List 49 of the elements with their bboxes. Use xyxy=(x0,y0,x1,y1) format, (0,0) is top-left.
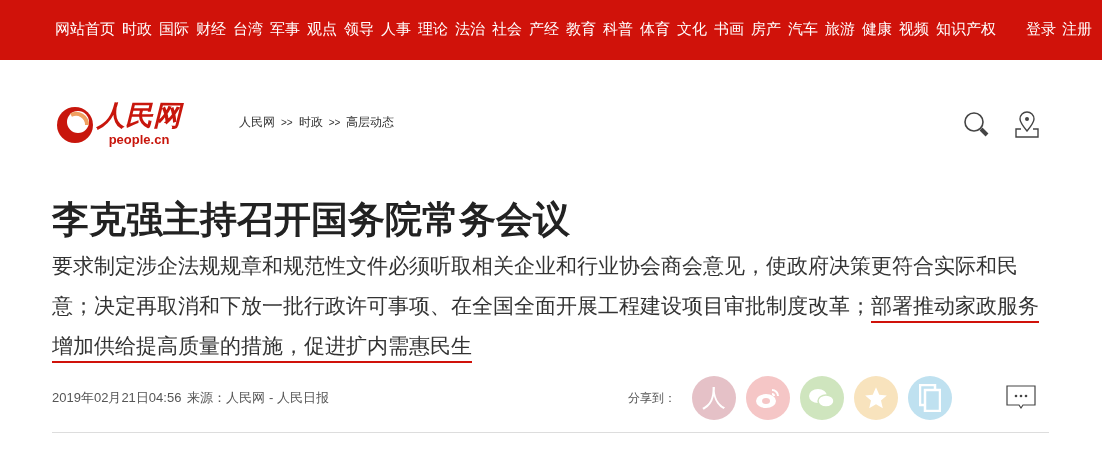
article-source: 来源：人民网 - 人民日报 xyxy=(187,389,329,408)
star-icon xyxy=(863,385,889,411)
nav-link[interactable]: 台湾 xyxy=(233,19,263,41)
people-glyph: 人 xyxy=(702,383,726,414)
article-summary: 要求制定涉企法规规章和规范性文件必须听取相关企业和行业协会商会意见，使政府决策更符合实际和民意；决定再取消和下放一批行政许可事项、在全国全面开展工程建设项目审批制度改革；部署推动家政服务增加供给提高质量的措施，促进扩内需惠民生 xyxy=(52,253,1040,359)
logo-icon xyxy=(55,105,95,145)
nav-link[interactable]: 教育 xyxy=(566,19,596,41)
breadcrumb-link[interactable]: 人民网 xyxy=(239,113,275,131)
nav-link[interactable]: 文化 xyxy=(677,19,707,41)
share-label: 分享到： xyxy=(628,390,676,407)
comment-icon[interactable] xyxy=(1006,385,1036,411)
breadcrumb-link[interactable]: 高层动态 xyxy=(346,113,395,131)
nav-link[interactable]: 理论 xyxy=(418,19,448,41)
nav-link[interactable]: 科普 xyxy=(603,19,633,41)
account-link[interactable]: 注册 xyxy=(1062,19,1092,41)
nav-link[interactable]: 网站首页 xyxy=(55,19,115,41)
nav-link[interactable]: 法治 xyxy=(455,19,485,41)
share-button[interactable] xyxy=(908,376,952,420)
nav-link[interactable]: 人事 xyxy=(381,19,411,41)
nav-link[interactable]: 知识产权 xyxy=(936,19,996,41)
account-link[interactable]: 登录 xyxy=(1026,19,1056,41)
nav-link[interactable]: 产经 xyxy=(529,19,559,41)
share-button[interactable] xyxy=(800,376,844,420)
breadcrumb-link[interactable]: 时政 xyxy=(298,113,323,131)
location-pin-icon[interactable] xyxy=(1013,111,1041,139)
publish-date: 2019年02月21日04:56 xyxy=(52,389,182,408)
nav-link[interactable]: 视频 xyxy=(899,19,929,41)
nav-link[interactable]: 旅游 xyxy=(825,19,855,41)
breadcrumb-separator: >> xyxy=(328,115,341,130)
nav-link[interactable]: 观点 xyxy=(307,19,337,41)
nav-link[interactable]: 汽车 xyxy=(788,19,818,41)
nav-link[interactable]: 财经 xyxy=(196,19,226,41)
article-title: 李克强主持召开国务院常务会议 xyxy=(52,198,571,242)
nav-link[interactable]: 时政 xyxy=(122,19,152,41)
nav-link[interactable]: 军事 xyxy=(270,19,300,41)
search-icon[interactable] xyxy=(963,111,991,139)
share-button[interactable] xyxy=(854,376,898,420)
share-button[interactable] xyxy=(746,376,790,420)
nav-link[interactable]: 健康 xyxy=(862,19,892,41)
copy-icon xyxy=(919,384,941,412)
nav-link[interactable]: 国际 xyxy=(159,19,189,41)
nav-link[interactable]: 书画 xyxy=(714,19,744,41)
nav-link[interactable]: 房产 xyxy=(751,19,781,41)
nav-link[interactable]: 体育 xyxy=(640,19,670,41)
breadcrumb-separator: >> xyxy=(281,115,293,130)
logo-domain: people.cn xyxy=(108,133,170,147)
nav-link[interactable]: 领导 xyxy=(344,19,374,41)
nav-link[interactable]: 社会 xyxy=(492,19,522,41)
chat-bubbles-icon xyxy=(808,387,836,409)
